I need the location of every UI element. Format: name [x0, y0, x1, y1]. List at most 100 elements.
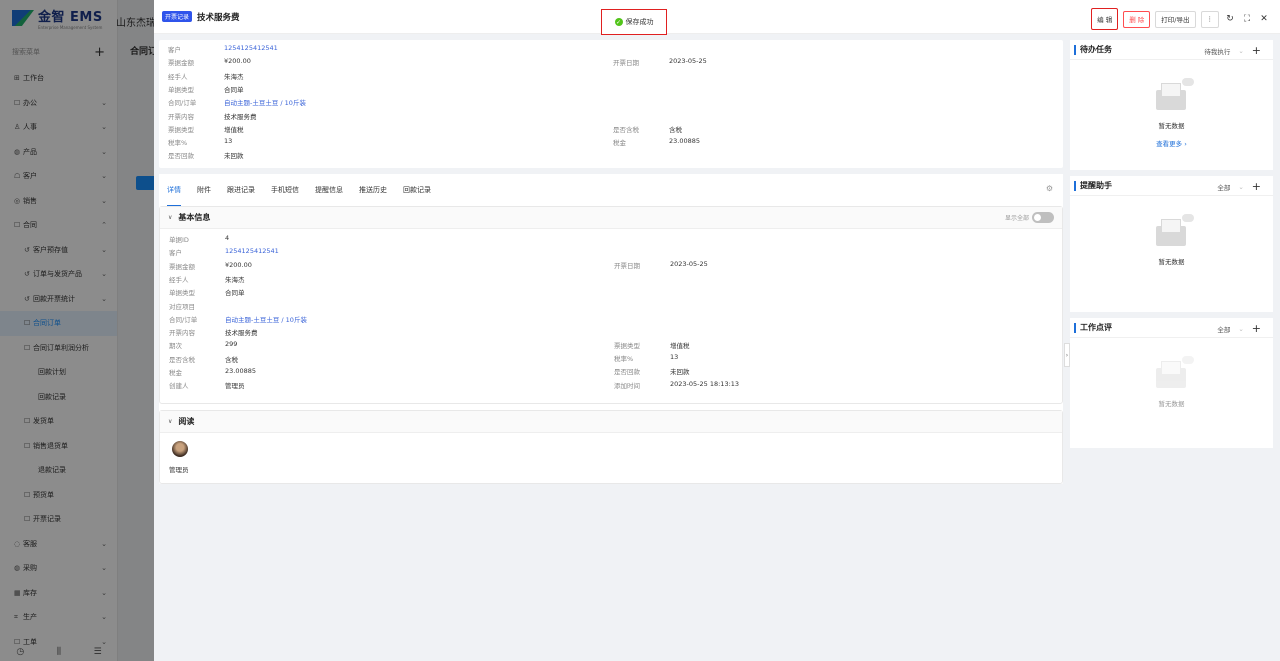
detail-body: ∨ 基本信息 显示全部 单据ID 4 客户 1254125412541 票据金额 ¥200…: [159, 206, 1063, 484]
filter-select[interactable]: 全部: [1217, 182, 1230, 192]
settings-icon[interactable]: ⚙: [1046, 184, 1053, 193]
header-actions: 编 辑 删 除 打印/导出 ⋮ ↻ ⛶ ✕: [1091, 8, 1270, 30]
field-label: 经手人: [168, 72, 188, 81]
field-row: 单据类型 合同单: [168, 84, 244, 94]
detail-card: 详情 附件 跟进记录 手机短信 提醒信息 推送历史 回款记录 ⚙ ∨ 基本信息 显示全部 单据…: [159, 174, 1063, 484]
field-row: 是否含税 含税: [169, 354, 238, 364]
field-row: 是否含税 含税: [613, 124, 682, 134]
field-row: 客户 1254125412541: [168, 44, 278, 54]
field-value[interactable]: 自动主题-土豆土豆 / 10斤装: [224, 97, 306, 107]
field-row: 客户 1254125412541: [169, 247, 279, 257]
field-row: 开票日期 2023-05-25: [613, 57, 707, 67]
basic-info-title: 基本信息: [178, 213, 211, 222]
basic-info-header[interactable]: ∨ 基本信息 显示全部: [160, 207, 1062, 229]
side-panel-header: 待办任务 待我执行 ⌄ +: [1070, 40, 1273, 60]
right-panel: 待办任务 待我执行 ⌄ + 暂无数据 查看更多 › 提醒助手 全部 ⌄ + 暂无数据 工作点评 全部 ⌄ +…: [1070, 40, 1273, 454]
side-panel-title: 待办任务: [1080, 45, 1112, 54]
chevron-down-icon: ∨: [168, 418, 173, 425]
more-icon[interactable]: ⋮: [1200, 10, 1219, 28]
field-label: 开票内容: [169, 329, 195, 338]
field-label: 创建人: [169, 382, 189, 391]
field-row: 票据金额 ¥200.00: [168, 57, 251, 67]
field-row: 创建人 管理员: [169, 380, 245, 390]
print-export-button[interactable]: 打印/导出: [1155, 10, 1196, 28]
field-value: 23.00885: [225, 367, 257, 375]
field-value: 2023-05-25: [670, 260, 708, 268]
field-label: 单据类型: [169, 289, 195, 298]
empty-state: 暂无数据 查看更多 ›: [1070, 78, 1273, 148]
field-row: 税率% 13: [168, 137, 232, 147]
side-panel: 待办任务 待我执行 ⌄ + 暂无数据 查看更多 ›: [1070, 40, 1273, 170]
side-panel-title: 提醒助手: [1080, 181, 1112, 190]
side-panel: 工作点评 全部 ⌄ + 暂无数据: [1070, 318, 1273, 448]
field-value: 技术服务费: [225, 329, 258, 338]
field-label: 开票内容: [168, 112, 194, 121]
field-row: 开票内容 技术服务费: [169, 327, 258, 337]
field-value: 4: [225, 234, 230, 242]
empty-mailbox-icon: [1152, 356, 1194, 392]
field-label: 客户: [169, 249, 182, 258]
field-row: 票据类型 增值税: [614, 340, 690, 350]
record-type-tag: 开票记录: [162, 11, 193, 22]
refresh-icon[interactable]: ↻: [1224, 14, 1236, 24]
tab-item[interactable]: 回款记录: [403, 174, 431, 206]
field-value[interactable]: 1254125412541: [225, 247, 279, 257]
add-icon[interactable]: +: [1252, 44, 1261, 57]
tab-item[interactable]: 详情: [167, 174, 181, 206]
field-row: 开票内容 技术服务费: [168, 111, 257, 121]
field-label: 是否含税: [169, 355, 195, 364]
field-label: 是否回款: [614, 368, 640, 376]
field-row: 税金 23.00885: [169, 367, 256, 377]
side-panel-header: 提醒助手 全部 ⌄ +: [1070, 176, 1273, 196]
show-all-label: 显示全部: [1004, 215, 1029, 222]
field-row: 税率% 13: [614, 353, 678, 363]
side-panel-title: 工作点评: [1080, 323, 1112, 332]
field-label: 添加时间: [614, 382, 640, 390]
tab-item[interactable]: 跟进记录: [227, 174, 255, 206]
field-value: 2023-05-25 18:13:13: [670, 380, 740, 388]
field-value: 299: [225, 340, 238, 349]
chevron-down-icon[interactable]: ⌄: [1238, 47, 1243, 55]
tab-item[interactable]: 附件: [197, 174, 211, 206]
field-value[interactable]: 1254125412541: [224, 44, 278, 54]
side-panel-header: 工作点评 全部 ⌄ +: [1070, 318, 1273, 338]
chevron-down-icon[interactable]: ⌄: [1238, 325, 1243, 333]
field-label: 票据类型: [614, 342, 640, 350]
check-icon: ✓: [614, 18, 623, 26]
tab-item[interactable]: 手机短信: [271, 174, 299, 206]
chevron-down-icon[interactable]: ⌄: [1238, 183, 1243, 191]
filter-select[interactable]: 全部: [1217, 324, 1230, 334]
field-label: 合同/订单: [169, 315, 198, 324]
detail-drawer: 开票记录 技术服务费 ✓ 保存成功 编 辑 删 除 打印/导出 ⋮ ↻ ⛶ ✕ …: [154, 0, 1280, 661]
tab-item[interactable]: 推送历史: [359, 174, 387, 206]
view-more-link[interactable]: 查看更多 ›: [1070, 138, 1273, 148]
read-header[interactable]: ∨ 阅读: [160, 411, 1062, 433]
detail-tabs: 详情 附件 跟进记录 手机短信 提醒信息 推送历史 回款记录 ⚙: [159, 174, 1063, 206]
tab-item[interactable]: 提醒信息: [315, 174, 343, 206]
basic-info-section: ∨ 基本信息 显示全部 单据ID 4 客户 1254125412541 票据金额 ¥200…: [159, 206, 1063, 404]
fullscreen-icon[interactable]: ⛶: [1241, 14, 1253, 24]
edit-button[interactable]: 编 辑: [1091, 8, 1119, 30]
show-all-toggle[interactable]: [1032, 212, 1054, 223]
field-value: ¥200.00: [225, 260, 252, 269]
filter-select[interactable]: 待我执行: [1204, 46, 1230, 56]
read-title: 阅读: [178, 417, 195, 426]
add-icon[interactable]: +: [1252, 322, 1261, 335]
field-row: 开票日期 2023-05-25: [614, 260, 708, 270]
delete-button[interactable]: 删 除: [1123, 10, 1151, 28]
field-label: 票据金额: [169, 262, 195, 271]
close-icon[interactable]: ✕: [1258, 14, 1270, 24]
field-value: ¥200.00: [224, 57, 251, 66]
success-toast: ✓ 保存成功: [601, 9, 667, 35]
field-value: 13: [224, 137, 233, 146]
field-label: 税率%: [168, 139, 188, 148]
field-value: 合同单: [224, 85, 244, 94]
field-row: 对应项目: [169, 301, 225, 311]
field-value: 增值税: [224, 125, 244, 134]
field-label: 客户: [168, 46, 181, 54]
field-value: 朱海杰: [224, 72, 244, 81]
field-value: 含税: [225, 355, 238, 364]
add-icon[interactable]: +: [1252, 180, 1261, 193]
field-value[interactable]: 自动主题-土豆土豆 / 10斤装: [225, 314, 307, 324]
field-row: 单据ID 4: [169, 234, 229, 244]
